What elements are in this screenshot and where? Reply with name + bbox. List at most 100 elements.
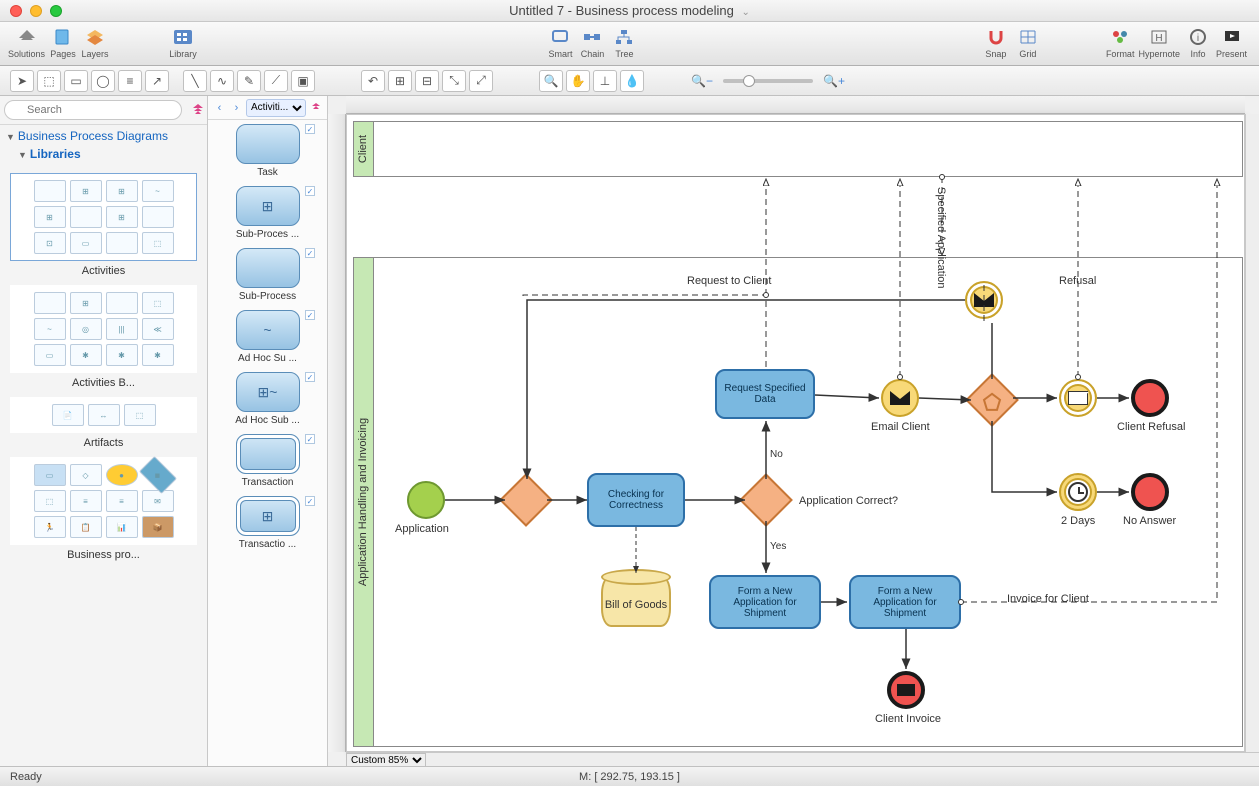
event-msg-refusal[interactable] <box>1059 379 1097 417</box>
magnify-tool[interactable]: 🔍 <box>539 70 563 92</box>
stencil-adhoc-sub[interactable]: ✓~Ad Hoc Su ... <box>216 310 319 364</box>
stencil-prev[interactable]: ‹ <box>212 100 227 116</box>
layers-icon <box>85 28 105 46</box>
ellipse-tool[interactable]: ◯ <box>91 70 115 92</box>
solutions-button[interactable]: Solutions <box>8 24 45 59</box>
ruler-vertical <box>328 114 346 752</box>
line-tool[interactable]: ↗ <box>145 70 169 92</box>
start-event-application[interactable] <box>407 481 445 519</box>
task-checking[interactable]: Checking for Correctness <box>587 473 685 527</box>
zoom-select[interactable]: Custom 85% <box>346 753 426 767</box>
stencil-next[interactable]: › <box>229 100 244 116</box>
left-panel: ▼Business Process Diagrams ▼Libraries ⊞⊞… <box>0 96 208 766</box>
marquee-tool[interactable]: ⬚ <box>37 70 61 92</box>
canvas[interactable]: Client Application Handling and Invoicin… <box>346 114 1245 752</box>
zoom-slider[interactable] <box>723 79 813 83</box>
pointer-tool[interactable]: ➤ <box>10 70 34 92</box>
pages-label: Pages <box>50 49 76 59</box>
zoom-out-button[interactable]: 🔍− <box>690 70 714 92</box>
chain-button[interactable]: Chain <box>578 24 606 59</box>
tree-icon <box>614 28 634 46</box>
stencil-subprocess-collapsed[interactable]: ✓⊞Sub-Proces ... <box>216 186 319 240</box>
layers-button[interactable]: Layers <box>81 24 109 59</box>
svg-text:H: H <box>1156 33 1163 44</box>
label-client-invoice: Client Invoice <box>875 713 941 725</box>
lane-client[interactable]: Client <box>353 121 1243 177</box>
brush-tool[interactable]: ⟋ <box>264 70 288 92</box>
end-no-answer[interactable] <box>1131 473 1169 511</box>
present-label: Present <box>1216 49 1247 59</box>
label-yes: Yes <box>770 541 786 552</box>
present-button[interactable]: Present <box>1216 24 1247 59</box>
end-client-refusal[interactable] <box>1131 379 1169 417</box>
pages-icon <box>53 28 73 46</box>
end-client-invoice[interactable] <box>887 671 925 709</box>
ungroup-button[interactable]: ⊟ <box>415 70 439 92</box>
align-button[interactable]: ⤡ <box>442 70 466 92</box>
close-icon[interactable] <box>10 5 22 17</box>
main-toolbar: Solutions Pages Layers Library Smart <box>0 22 1259 66</box>
connector-tool[interactable]: ╲ <box>183 70 207 92</box>
smart-button[interactable]: Smart <box>546 24 574 59</box>
pagoda-icon[interactable] <box>308 100 323 116</box>
stencil-subprocess[interactable]: ✓Sub-Process <box>216 248 319 302</box>
lane-app[interactable]: Application Handling and Invoicing <box>353 257 1243 747</box>
pagoda-icon[interactable] <box>185 101 203 119</box>
stencil-list[interactable]: ✓Task ✓⊞Sub-Proces ... ✓Sub-Process ✓~Ad… <box>208 120 327 766</box>
status-mouse: M: [ 292.75, 193.15 ] <box>579 771 680 783</box>
group-button[interactable]: ⊞ <box>388 70 412 92</box>
lane-client-title: Client <box>358 135 370 163</box>
libgroup-business[interactable]: ▭◇●◆ ⬚≡≡✉ 🏃📋📊📦 <box>10 457 197 545</box>
stamp-tool[interactable]: ⊥ <box>593 70 617 92</box>
snap-icon <box>986 28 1006 46</box>
tree-libraries[interactable]: ▼Libraries <box>18 147 201 161</box>
scrollbar-vertical[interactable] <box>1245 114 1259 752</box>
flow-request-to-client: Request to Client <box>687 275 771 287</box>
hypernote-button[interactable]: H Hypernote <box>1138 24 1180 59</box>
undo-button[interactable]: ↶ <box>361 70 385 92</box>
zoom-in-button[interactable]: 🔍+ <box>822 70 846 92</box>
stencil-task[interactable]: ✓Task <box>216 124 319 178</box>
task-form2[interactable]: Form a New Application for Shipment <box>849 575 961 629</box>
search-input[interactable] <box>4 100 182 120</box>
stencil-adhoc-sub2[interactable]: ✓⊞~Ad Hoc Sub ... <box>216 372 319 426</box>
stencil-dropdown[interactable]: Activiti... <box>246 99 306 117</box>
solutions-icon <box>17 28 37 46</box>
hand-tool[interactable]: ✋ <box>566 70 590 92</box>
snap-button[interactable]: Snap <box>982 24 1010 59</box>
text-tool[interactable]: ≡ <box>118 70 142 92</box>
window-title: Untitled 7 - Business process modeling ⌄ <box>0 3 1259 18</box>
bucket-tool[interactable]: ▣ <box>291 70 315 92</box>
stencil-transaction2[interactable]: ✓⊞Transactio ... <box>216 496 319 550</box>
libgroup-activities-b[interactable]: ⊞⬚ ~◎|||≪ ▭✱✱✱ <box>10 285 197 373</box>
libgroup-activities[interactable]: ⊞⊞~ ⊞⊞ ⊡▭⬚ <box>10 173 197 261</box>
window-controls <box>0 5 62 17</box>
minimize-icon[interactable] <box>30 5 42 17</box>
zoom-icon[interactable] <box>50 5 62 17</box>
libgroup-artifacts[interactable]: 📄↔⬚ <box>10 397 197 433</box>
solutions-label: Solutions <box>8 49 45 59</box>
grid-button[interactable]: Grid <box>1014 24 1042 59</box>
library-button[interactable]: Library <box>163 24 203 59</box>
tree-root[interactable]: ▼Business Process Diagrams <box>6 129 201 143</box>
chevron-down-icon[interactable]: ⌄ <box>741 7 749 18</box>
stencil-transaction[interactable]: ✓Transaction <box>216 434 319 488</box>
event-timer-2days[interactable] <box>1059 473 1097 511</box>
pen-tool[interactable]: ✎ <box>237 70 261 92</box>
dropper-tool[interactable]: 💧 <box>620 70 644 92</box>
event-email-client[interactable] <box>881 379 919 417</box>
lane-app-title: Application Handling and Invoicing <box>358 418 370 586</box>
libgroup-label: Artifacts <box>0 437 207 449</box>
task-form1[interactable]: Form a New Application for Shipment <box>709 575 821 629</box>
tree-button[interactable]: Tree <box>610 24 638 59</box>
format-button[interactable]: Format <box>1106 24 1135 59</box>
scrollbar-horizontal[interactable]: Custom 85% <box>346 752 1259 766</box>
rect-tool[interactable]: ▭ <box>64 70 88 92</box>
distribute-button[interactable]: ⤢ <box>469 70 493 92</box>
status-bar: Ready M: [ 292.75, 193.15 ] <box>0 766 1259 786</box>
event-msg-top[interactable] <box>965 281 1003 319</box>
curve-tool[interactable]: ∿ <box>210 70 234 92</box>
pages-button[interactable]: Pages <box>49 24 77 59</box>
task-request-data[interactable]: Request Specified Data <box>715 369 815 419</box>
info-button[interactable]: i Info <box>1184 24 1212 59</box>
